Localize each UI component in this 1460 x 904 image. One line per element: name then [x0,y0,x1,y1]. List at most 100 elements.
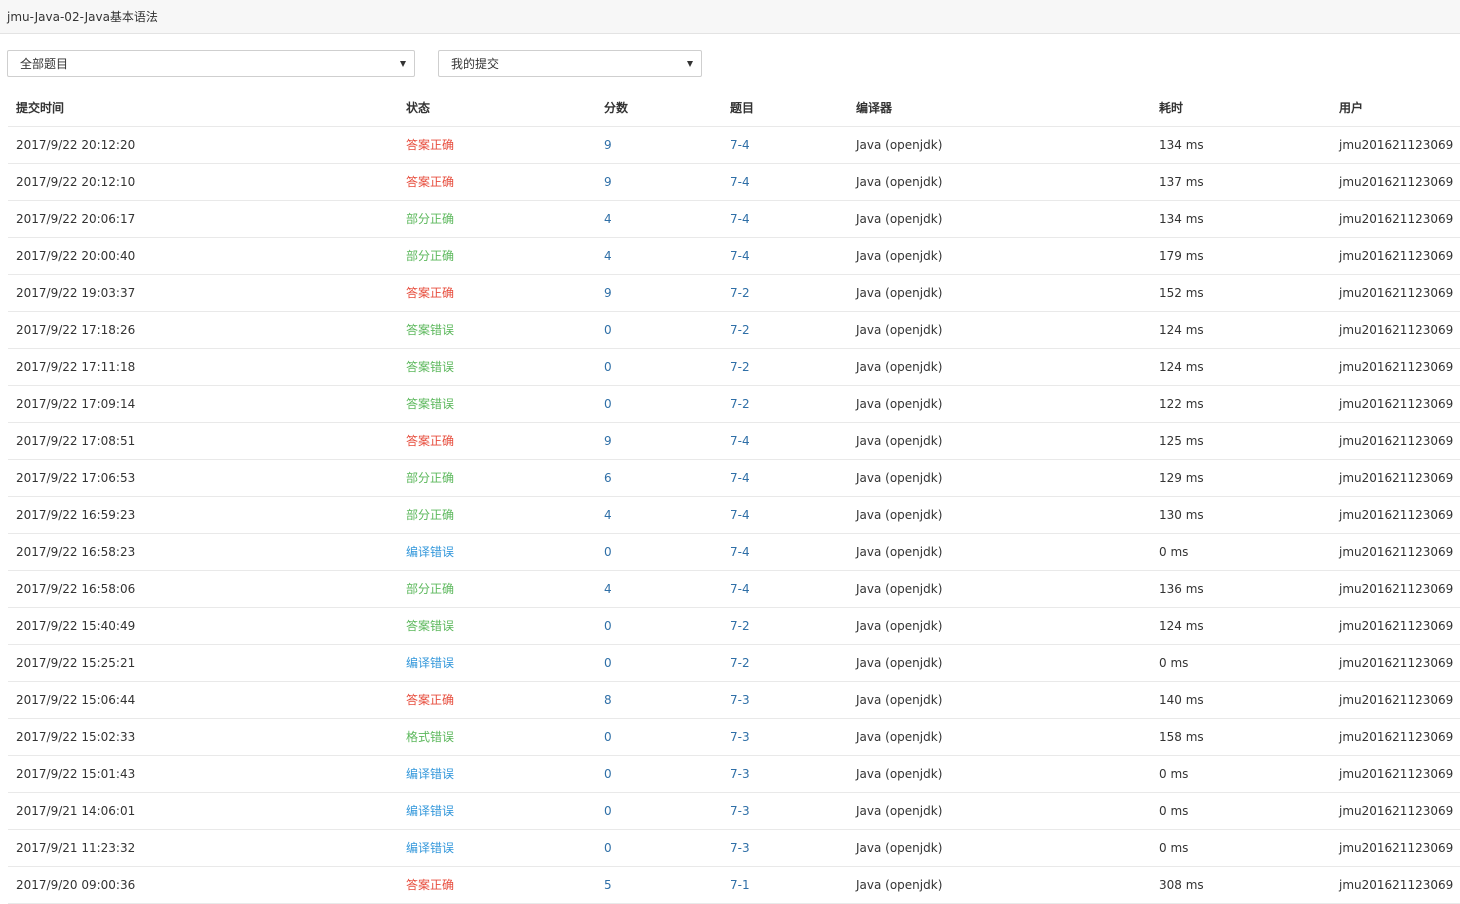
cell-user: jmu201621123069 [1339,434,1454,448]
table-row: 2017/9/22 20:00:40 部分正确 4 7-4 Java (openjdk)… [8,238,1460,275]
cell-user: jmu201621123069 [1339,767,1454,781]
cell-problem-link[interactable]: 7-3 [730,682,750,718]
cell-problem-link[interactable]: 7-4 [730,571,750,607]
cell-problem-link[interactable]: 7-2 [730,275,750,311]
cell-time: 2017/9/22 17:11:18 [16,360,136,374]
cell-score: 0 [604,841,612,855]
column-header-compiler: 编译器 [856,101,893,115]
cell-time: 2017/9/22 16:58:06 [16,582,136,596]
cell-elapsed: 152 ms [1159,286,1204,300]
cell-problem-link[interactable]: 7-4 [730,423,750,459]
cell-score: 4 [604,249,612,263]
cell-time: 2017/9/22 20:00:40 [16,249,136,263]
cell-problem-link[interactable]: 7-4 [730,534,750,570]
cell-score: 9 [604,175,612,189]
cell-status-link[interactable]: 部分正确 [406,497,454,533]
cell-status-link[interactable]: 编译错误 [406,830,454,866]
cell-score: 9 [604,434,612,448]
cell-status-link[interactable]: 格式错误 [406,719,454,755]
cell-user: jmu201621123069 [1339,582,1454,596]
cell-user: jmu201621123069 [1339,878,1454,892]
submission-filter-select[interactable]: 我的提交 [438,50,702,77]
cell-user: jmu201621123069 [1339,249,1454,263]
cell-status-link[interactable]: 答案错误 [406,349,454,385]
cell-problem-link[interactable]: 7-4 [730,201,750,237]
table-row: 2017/9/22 16:58:23 编译错误 0 7-4 Java (openjdk)… [8,534,1460,571]
cell-status-link[interactable]: 答案正确 [406,275,454,311]
cell-time: 2017/9/20 09:00:36 [16,878,136,892]
cell-status-link[interactable]: 编译错误 [406,645,454,681]
cell-user: jmu201621123069 [1339,138,1454,152]
cell-time: 2017/9/22 19:03:37 [16,286,136,300]
cell-compiler: Java (openjdk) [856,804,943,818]
cell-problem-link[interactable]: 7-3 [730,719,750,755]
table-row: 2017/9/22 17:11:18 答案错误 0 7-2 Java (openjdk)… [8,349,1460,386]
cell-problem-link[interactable]: 7-3 [730,830,750,866]
cell-problem-link[interactable]: 7-2 [730,349,750,385]
cell-status-link[interactable]: 编译错误 [406,756,454,792]
cell-problem-link[interactable]: 7-4 [730,164,750,200]
problem-filter-select[interactable]: 全部题目 [7,50,415,77]
cell-problem-link[interactable]: 7-3 [730,756,750,792]
cell-status-link[interactable]: 答案正确 [406,127,454,163]
cell-score: 0 [604,767,612,781]
table-header: 提交时间 状态 分数 题目 编译器 耗时 用户 [8,90,1460,127]
cell-elapsed: 124 ms [1159,360,1204,374]
cell-user: jmu201621123069 [1339,693,1454,707]
cell-compiler: Java (openjdk) [856,175,943,189]
cell-time: 2017/9/22 17:18:26 [16,323,136,337]
cell-elapsed: 0 ms [1159,804,1189,818]
cell-time: 2017/9/21 14:06:01 [16,804,136,818]
cell-problem-link[interactable]: 7-4 [730,497,750,533]
cell-elapsed: 136 ms [1159,582,1204,596]
table-row: 2017/9/22 17:06:53 部分正确 6 7-4 Java (openjdk)… [8,460,1460,497]
cell-status-link[interactable]: 答案正确 [406,164,454,200]
caret-down-icon [400,61,406,67]
cell-problem-link[interactable]: 7-2 [730,386,750,422]
cell-score: 9 [604,286,612,300]
cell-status-link[interactable]: 编译错误 [406,793,454,829]
cell-problem-link[interactable]: 7-4 [730,127,750,163]
cell-problem-link[interactable]: 7-4 [730,460,750,496]
cell-status-link[interactable]: 答案错误 [406,386,454,422]
cell-problem-link[interactable]: 7-2 [730,608,750,644]
cell-compiler: Java (openjdk) [856,767,943,781]
cell-status-link[interactable]: 部分正确 [406,238,454,274]
cell-time: 2017/9/22 15:02:33 [16,730,136,744]
table-row: 2017/9/21 11:23:32 编译错误 0 7-3 Java (openjdk)… [8,830,1460,867]
cell-problem-link[interactable]: 7-2 [730,312,750,348]
cell-status-link[interactable]: 部分正确 [406,201,454,237]
problem-filter-value: 全部题目 [20,57,69,71]
cell-problem-link[interactable]: 7-4 [730,238,750,274]
cell-score: 0 [604,656,612,670]
cell-compiler: Java (openjdk) [856,397,943,411]
cell-status-link[interactable]: 答案错误 [406,608,454,644]
cell-compiler: Java (openjdk) [856,323,943,337]
cell-status-link[interactable]: 答案错误 [406,312,454,348]
cell-elapsed: 308 ms [1159,878,1204,892]
cell-elapsed: 158 ms [1159,730,1204,744]
cell-status-link[interactable]: 部分正确 [406,460,454,496]
cell-compiler: Java (openjdk) [856,138,943,152]
cell-score: 0 [604,323,612,337]
cell-elapsed: 124 ms [1159,323,1204,337]
cell-problem-link[interactable]: 7-1 [730,867,750,903]
cell-status-link[interactable]: 答案正确 [406,867,454,903]
cell-elapsed: 0 ms [1159,656,1189,670]
cell-compiler: Java (openjdk) [856,841,943,855]
cell-compiler: Java (openjdk) [856,434,943,448]
cell-problem-link[interactable]: 7-2 [730,645,750,681]
cell-elapsed: 134 ms [1159,212,1204,226]
cell-status-link[interactable]: 答案正确 [406,682,454,718]
cell-time: 2017/9/22 15:06:44 [16,693,136,707]
cell-elapsed: 125 ms [1159,434,1204,448]
cell-problem-link[interactable]: 7-3 [730,793,750,829]
cell-status-link[interactable]: 编译错误 [406,534,454,570]
column-header-user: 用户 [1339,101,1364,115]
cell-user: jmu201621123069 [1339,619,1454,633]
cell-score: 6 [604,471,612,485]
cell-status-link[interactable]: 答案正确 [406,423,454,459]
cell-status-link[interactable]: 部分正确 [406,571,454,607]
cell-user: jmu201621123069 [1339,175,1454,189]
cell-elapsed: 137 ms [1159,175,1204,189]
